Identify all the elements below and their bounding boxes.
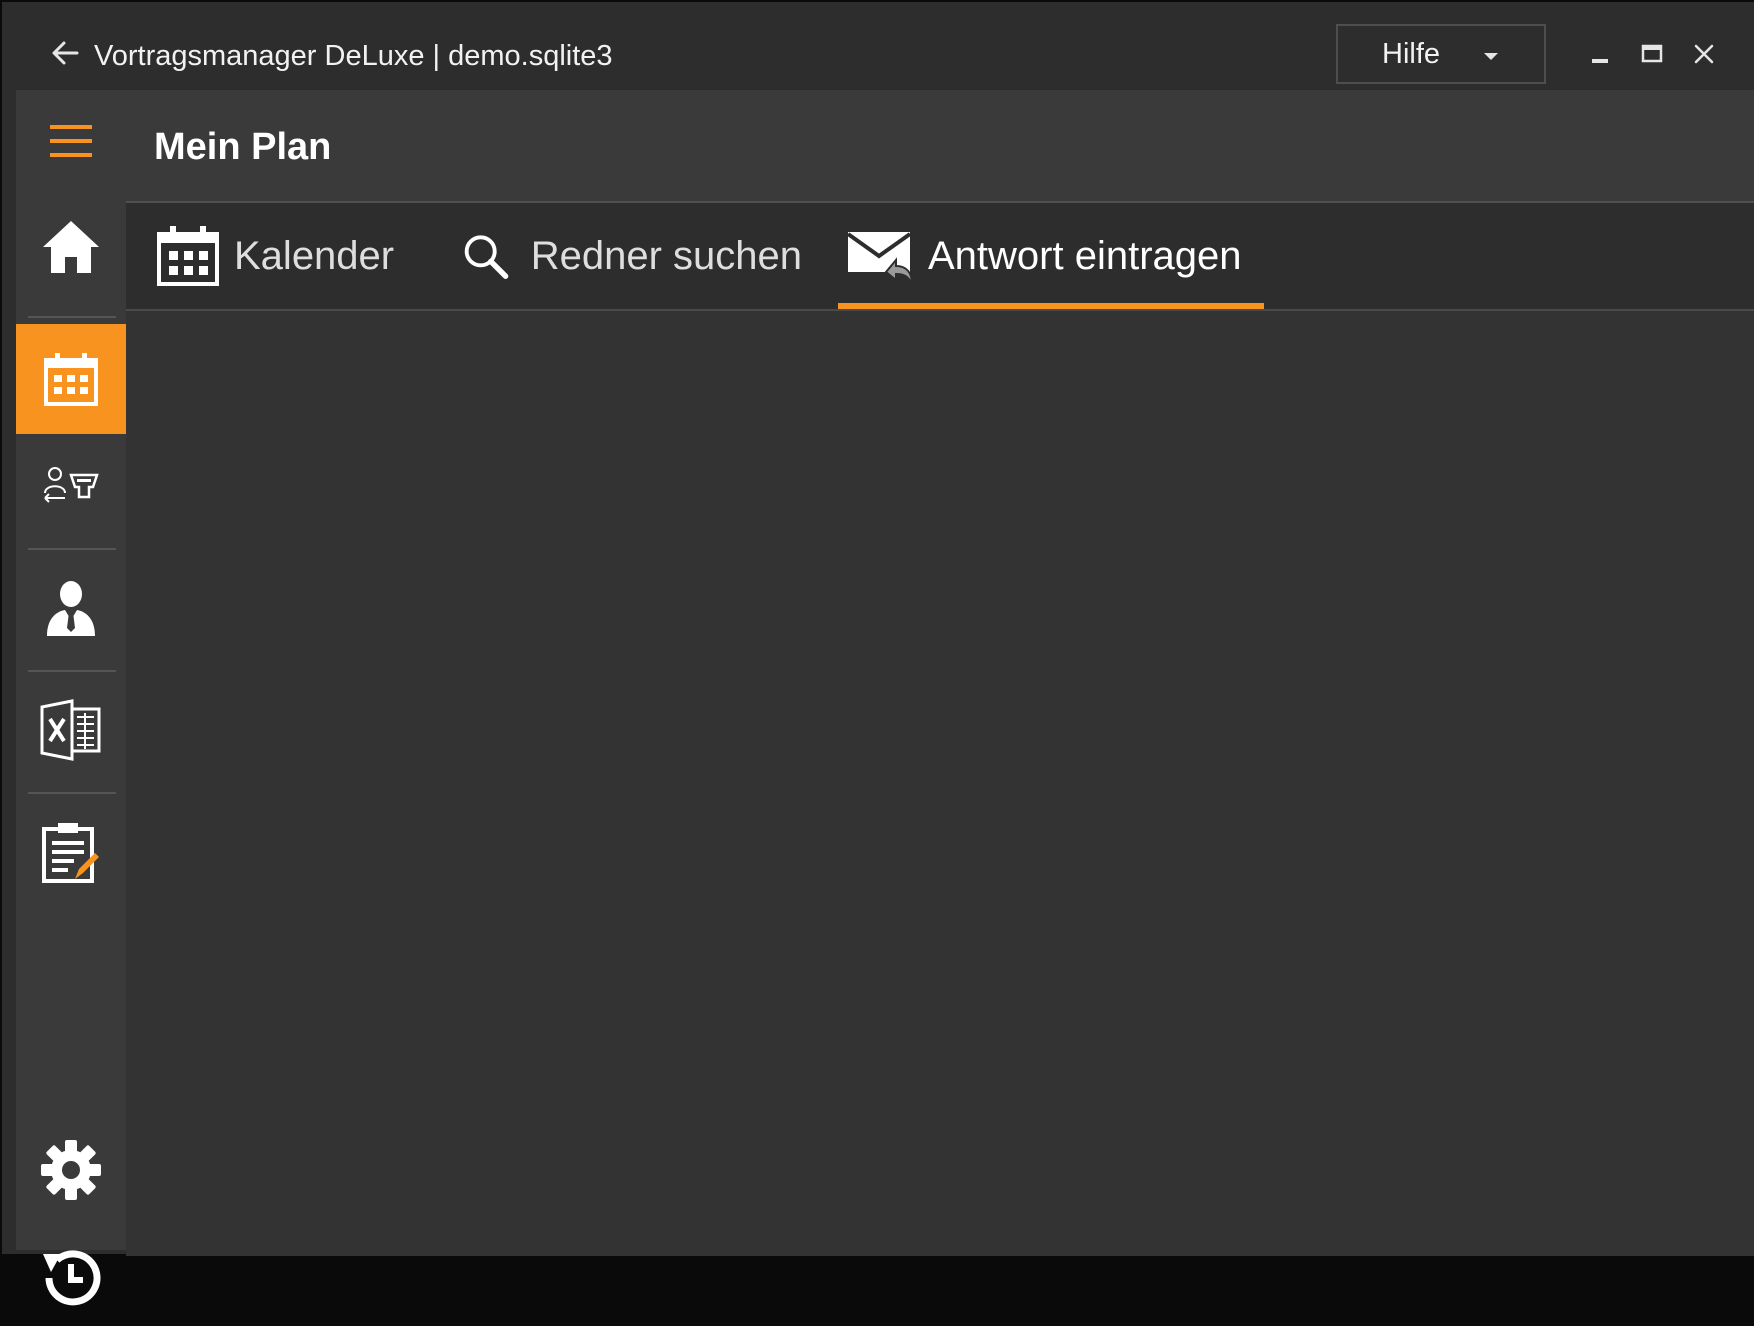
tab-label: Kalender	[234, 233, 395, 278]
speaker-podium-icon	[44, 467, 99, 503]
app-window: Vortragsmanager DeLuxe | demo.sqlite3 Hi…	[2, 2, 1754, 1306]
arrow-left-icon	[52, 41, 79, 65]
tab-bar: Kalender Redner suchen Antwort eintragen	[126, 203, 1754, 309]
person-icon	[47, 581, 95, 636]
sidebar-item-home[interactable]	[16, 202, 126, 292]
tab-antwort-eintragen[interactable]: Antwort eintragen	[838, 203, 1264, 309]
sidebar-item-protocol[interactable]	[16, 804, 126, 900]
close-button[interactable]	[1686, 36, 1722, 72]
maximize-icon	[1641, 44, 1663, 63]
tab-label: Redner suchen	[530, 233, 802, 278]
calendar-icon	[44, 353, 98, 406]
history-icon	[43, 1250, 101, 1306]
close-icon	[1694, 44, 1714, 64]
sidebar	[16, 90, 126, 1306]
search-icon	[464, 235, 509, 279]
minimize-button[interactable]	[1582, 36, 1618, 72]
sidebar-divider	[28, 792, 116, 794]
sidebar-item-settings[interactable]	[16, 1122, 126, 1218]
menu-icon	[50, 125, 92, 157]
calendar-icon	[157, 226, 219, 286]
home-icon	[43, 221, 99, 273]
sidebar-item-speakers[interactable]	[16, 440, 126, 530]
mail-reply-icon	[846, 232, 913, 285]
sidebar-item-calendar[interactable]	[16, 324, 126, 434]
app-title: Vortragsmanager DeLuxe | demo.sqlite3	[94, 40, 613, 72]
help-dropdown[interactable]: Hilfe	[1336, 24, 1546, 84]
page-header: Mein Plan	[126, 90, 1754, 202]
maximize-button[interactable]	[1634, 36, 1670, 72]
sidebar-item-persons[interactable]	[16, 560, 126, 656]
sidebar-item-excel[interactable]	[16, 682, 126, 778]
tab-label: Antwort eintragen	[928, 233, 1242, 278]
sidebar-divider	[28, 548, 116, 550]
title-bar: Vortragsmanager DeLuxe | demo.sqlite3 Hi…	[2, 2, 1754, 90]
chevron-down-icon	[1484, 53, 1498, 60]
sidebar-menu-toggle[interactable]	[16, 100, 126, 182]
back-button[interactable]	[48, 36, 82, 70]
excel-icon	[40, 699, 101, 761]
sidebar-divider	[28, 316, 116, 318]
main-content	[126, 311, 1754, 1256]
sidebar-item-history[interactable]	[16, 1230, 126, 1326]
gear-icon	[41, 1140, 101, 1200]
clipboard-edit-icon	[42, 823, 99, 883]
tab-kalender[interactable]: Kalender	[156, 203, 396, 309]
sidebar-divider	[28, 670, 116, 672]
page-title: Mein Plan	[154, 126, 332, 168]
help-dropdown-label: Hilfe	[1382, 37, 1441, 70]
minimize-icon	[1592, 59, 1608, 63]
tab-redner-suchen[interactable]: Redner suchen	[462, 203, 802, 309]
